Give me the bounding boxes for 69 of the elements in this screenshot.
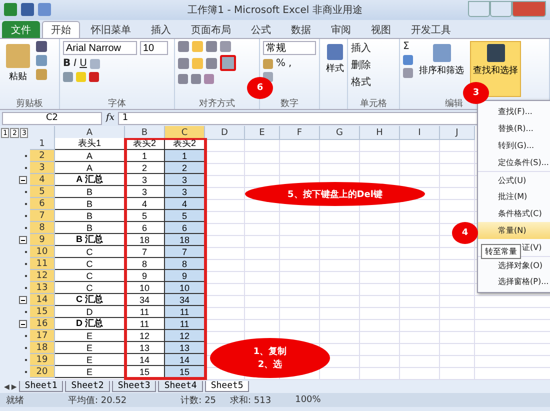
table-cell: 6 <box>125 222 165 234</box>
table-cell: 3 <box>125 186 165 198</box>
table-cell: D 汇总 <box>55 318 125 330</box>
table-cell: 14 <box>165 354 205 366</box>
table-cell: 2 <box>165 162 205 174</box>
table-cell: 10 <box>125 282 165 294</box>
table-cell: 11 <box>165 306 205 318</box>
status-sum: 求和: 513 <box>230 394 272 406</box>
table-cell: 3 <box>165 174 205 186</box>
table-cell: C <box>55 258 125 270</box>
table-cell: 2 <box>125 162 165 174</box>
table-cell: 9 <box>125 270 165 282</box>
table-cell: E <box>55 354 125 366</box>
table-cell: B <box>55 210 125 222</box>
table-cell: A <box>55 162 125 174</box>
group-label: 剪贴板 <box>16 98 43 109</box>
status-average: 平均值: 20.52 <box>68 394 127 406</box>
group-label: 字体 <box>108 98 126 109</box>
table-cell: 7 <box>125 246 165 258</box>
status-text: 就绪 <box>6 394 24 406</box>
table-cell: 18 <box>165 234 205 246</box>
table-cell: B <box>55 198 125 210</box>
table-cell: A <box>55 150 125 162</box>
status-count: 计数: 25 <box>180 394 216 406</box>
group-label: 编辑 <box>445 98 463 109</box>
table-cell: 1 <box>125 150 165 162</box>
window-title: 工作簿1 - Microsoft Excel 非商业用途 <box>188 4 362 17</box>
table-cell: 14 <box>125 354 165 366</box>
table-cell: 18 <box>125 234 165 246</box>
table-cell: 34 <box>165 294 205 306</box>
table-cell: 1 <box>165 150 205 162</box>
table-cell: 13 <box>165 342 205 354</box>
group-label: 数字 <box>280 98 298 109</box>
table-cell: A 汇总 <box>55 174 125 186</box>
zoom-level: 100% <box>295 395 321 405</box>
table-cell: 12 <box>125 330 165 342</box>
table-cell: C 汇总 <box>55 294 125 306</box>
table-cell: 11 <box>125 306 165 318</box>
group-label: 对齐方式 <box>199 98 235 109</box>
table-cell: 6 <box>165 222 205 234</box>
table-cell: C <box>55 270 125 282</box>
tooltip: 转至常量 <box>481 244 521 259</box>
table-cell: 5 <box>125 210 165 222</box>
table-cell: 4 <box>165 198 205 210</box>
table-cell: 10 <box>165 282 205 294</box>
table-cell: C <box>55 282 125 294</box>
table-cell: 11 <box>165 318 205 330</box>
group-label: 单元格 <box>360 98 387 109</box>
table-cell: 8 <box>125 258 165 270</box>
table-cell: C <box>55 246 125 258</box>
table-cell: 12 <box>165 330 205 342</box>
table-cell: 4 <box>125 198 165 210</box>
table-cell: B <box>55 222 125 234</box>
table-cell: 表头1 <box>55 138 125 150</box>
table-cell: B 汇总 <box>55 234 125 246</box>
table-cell: B <box>55 186 125 198</box>
table-cell: 11 <box>125 318 165 330</box>
table-cell: 5 <box>165 210 205 222</box>
table-cell: D <box>55 306 125 318</box>
table-cell: 9 <box>165 270 205 282</box>
table-cell: 3 <box>125 174 165 186</box>
table-cell: E <box>55 342 125 354</box>
table-cell: 34 <box>125 294 165 306</box>
table-cell: 7 <box>165 246 205 258</box>
table-cell: 13 <box>125 342 165 354</box>
table-cell: 8 <box>165 258 205 270</box>
table-cell: 3 <box>165 186 205 198</box>
table-cell: E <box>55 330 125 342</box>
table-cell: E <box>55 366 125 378</box>
